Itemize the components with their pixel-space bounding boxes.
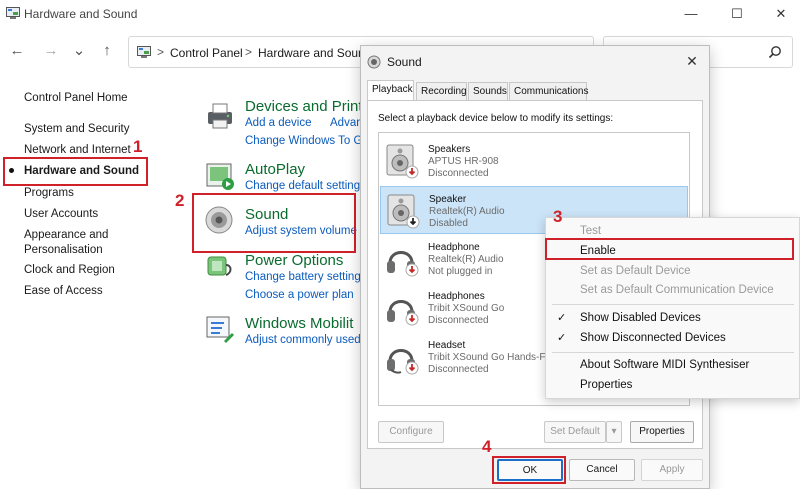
- left-nav-control-panel-home[interactable]: Control Panel Home: [24, 92, 128, 104]
- annotation-number-1: 1: [133, 137, 143, 156]
- device-name: Headphone: [428, 242, 480, 253]
- apply-button[interactable]: Apply: [641, 459, 703, 481]
- device-driver: APTUS HR-908: [428, 156, 499, 167]
- device-status: Not plugged in: [428, 266, 493, 277]
- control-panel-icon: [6, 7, 20, 19]
- menu-item-show-disconnected-devices[interactable]: Show Disconnected Devices: [580, 332, 726, 344]
- list-item[interactable]: Speakers APTUS HR-908 Disconnected: [380, 137, 688, 185]
- speaker-device-icon: [387, 194, 420, 229]
- menu-item-set-default-device[interactable]: Set as Default Device: [580, 265, 691, 277]
- device-status: Disconnected: [428, 364, 489, 375]
- close-icon[interactable]: ✕: [681, 51, 703, 71]
- tab-playback[interactable]: Playback: [367, 80, 414, 101]
- left-nav-user-accounts[interactable]: User Accounts: [24, 208, 98, 220]
- left-nav-appearance[interactable]: Appearance and: [24, 229, 108, 241]
- set-default-button[interactable]: Set Default: [544, 421, 606, 443]
- sound-dialog-icon: [367, 55, 381, 69]
- maximize-button[interactable]: ☐: [726, 4, 748, 24]
- device-name: Speakers: [428, 144, 471, 155]
- recent-locations-icon[interactable]: ⌄: [70, 42, 88, 60]
- annotation-number-3: 3: [553, 207, 563, 226]
- category-devices-and-printers[interactable]: Devices and Print: [245, 98, 363, 115]
- device-name: Speaker: [429, 194, 467, 205]
- link-change-default-settings[interactable]: Change default setting: [245, 180, 360, 192]
- menu-item-about-midi-synthesiser[interactable]: About Software MIDI Synthesiser: [580, 359, 749, 371]
- device-driver: Realtek(R) Audio: [429, 206, 505, 217]
- close-window-button[interactable]: ✕: [770, 4, 792, 24]
- breadcrumb-separator: >: [245, 45, 253, 59]
- breadcrumb-separator: >: [157, 45, 165, 59]
- menu-item-test[interactable]: Test: [580, 225, 601, 237]
- properties-button[interactable]: Properties: [630, 421, 694, 443]
- category-autoplay[interactable]: AutoPlay: [245, 161, 305, 178]
- left-nav-system-and-security[interactable]: System and Security: [24, 123, 129, 135]
- link-adjust-commonly-used[interactable]: Adjust commonly used: [245, 334, 361, 346]
- device-name: Headphones: [428, 291, 485, 302]
- tab-sounds[interactable]: Sounds: [468, 82, 508, 100]
- check-icon: ✓: [557, 312, 567, 324]
- headphone-icon: [387, 251, 419, 277]
- up-arrow-icon[interactable]: ↑: [98, 42, 116, 60]
- power-icon: [207, 256, 232, 276]
- device-driver: Tribit XSound Go Hands-Fr: [428, 352, 549, 363]
- title-bar: Hardware and Sound — ☐ ✕: [0, 0, 800, 28]
- device-status: Disconnected: [428, 315, 489, 326]
- breadcrumb-hardware-and-sound[interactable]: Hardware and Sound: [258, 46, 371, 60]
- device-status: Disconnected: [428, 168, 489, 179]
- annotation-box-1: [3, 157, 148, 186]
- left-nav-network-and-internet[interactable]: Network and Internet: [24, 144, 131, 156]
- dialog-title: Sound: [387, 55, 422, 69]
- link-change-windows-to-go[interactable]: Change Windows To G: [245, 135, 362, 147]
- category-windows-mobility-center[interactable]: Windows Mobilit: [245, 315, 353, 332]
- link-add-a-device[interactable]: Add a device: [245, 117, 312, 129]
- left-nav-programs[interactable]: Programs: [24, 187, 74, 199]
- tab-recording[interactable]: Recording: [416, 82, 467, 100]
- link-advanced-printer[interactable]: Advar: [330, 117, 360, 129]
- mobility-icon: [206, 316, 234, 343]
- link-change-battery-settings[interactable]: Change battery setting: [245, 271, 361, 283]
- annotation-box-2: [192, 193, 356, 253]
- device-status: Disabled: [429, 218, 468, 229]
- menu-item-set-default-communication-device[interactable]: Set as Default Communication Device: [580, 284, 774, 296]
- device-name: Headset: [428, 340, 466, 351]
- check-icon: ✓: [557, 332, 567, 344]
- set-default-dropdown[interactable]: ▾: [606, 421, 622, 443]
- configure-button[interactable]: Configure: [378, 421, 444, 443]
- left-nav-personalisation[interactable]: Personalisation: [24, 244, 103, 256]
- panel-instruction: Select a playback device below to modify…: [378, 113, 614, 124]
- category-power-options[interactable]: Power Options: [245, 252, 343, 269]
- back-arrow-icon[interactable]: ←: [8, 42, 26, 60]
- headphone-icon: [387, 349, 419, 375]
- window-title: Hardware and Sound: [24, 7, 138, 21]
- annotation-box-3: [545, 238, 794, 260]
- minimize-button[interactable]: —: [680, 4, 702, 24]
- device-driver: Tribit XSound Go: [428, 303, 505, 314]
- menu-item-show-disabled-devices[interactable]: Show Disabled Devices: [580, 312, 701, 324]
- headphone-icon: [387, 300, 419, 326]
- autoplay-icon: [206, 163, 234, 190]
- device-driver: Realtek(R) Audio: [428, 254, 504, 265]
- forward-arrow-icon[interactable]: →: [42, 42, 60, 60]
- link-choose-a-power-plan[interactable]: Choose a power plan: [245, 289, 354, 301]
- annotation-number-2: 2: [175, 191, 185, 210]
- cancel-button[interactable]: Cancel: [569, 459, 635, 481]
- annotation-number-4: 4: [482, 437, 492, 456]
- menu-separator: [552, 304, 794, 305]
- annotation-box-4: [492, 456, 566, 484]
- menu-item-properties[interactable]: Properties: [580, 379, 632, 391]
- search-icon[interactable]: [768, 45, 782, 59]
- menu-separator: [552, 352, 794, 353]
- left-nav-ease-of-access[interactable]: Ease of Access: [24, 285, 103, 297]
- printer-icon: [208, 103, 232, 129]
- speaker-device-icon: [386, 144, 419, 179]
- left-nav-clock-and-region[interactable]: Clock and Region: [24, 264, 115, 276]
- tab-communications[interactable]: Communications: [509, 82, 588, 100]
- breadcrumb-control-panel[interactable]: Control Panel: [170, 46, 243, 60]
- control-panel-icon: [137, 46, 151, 58]
